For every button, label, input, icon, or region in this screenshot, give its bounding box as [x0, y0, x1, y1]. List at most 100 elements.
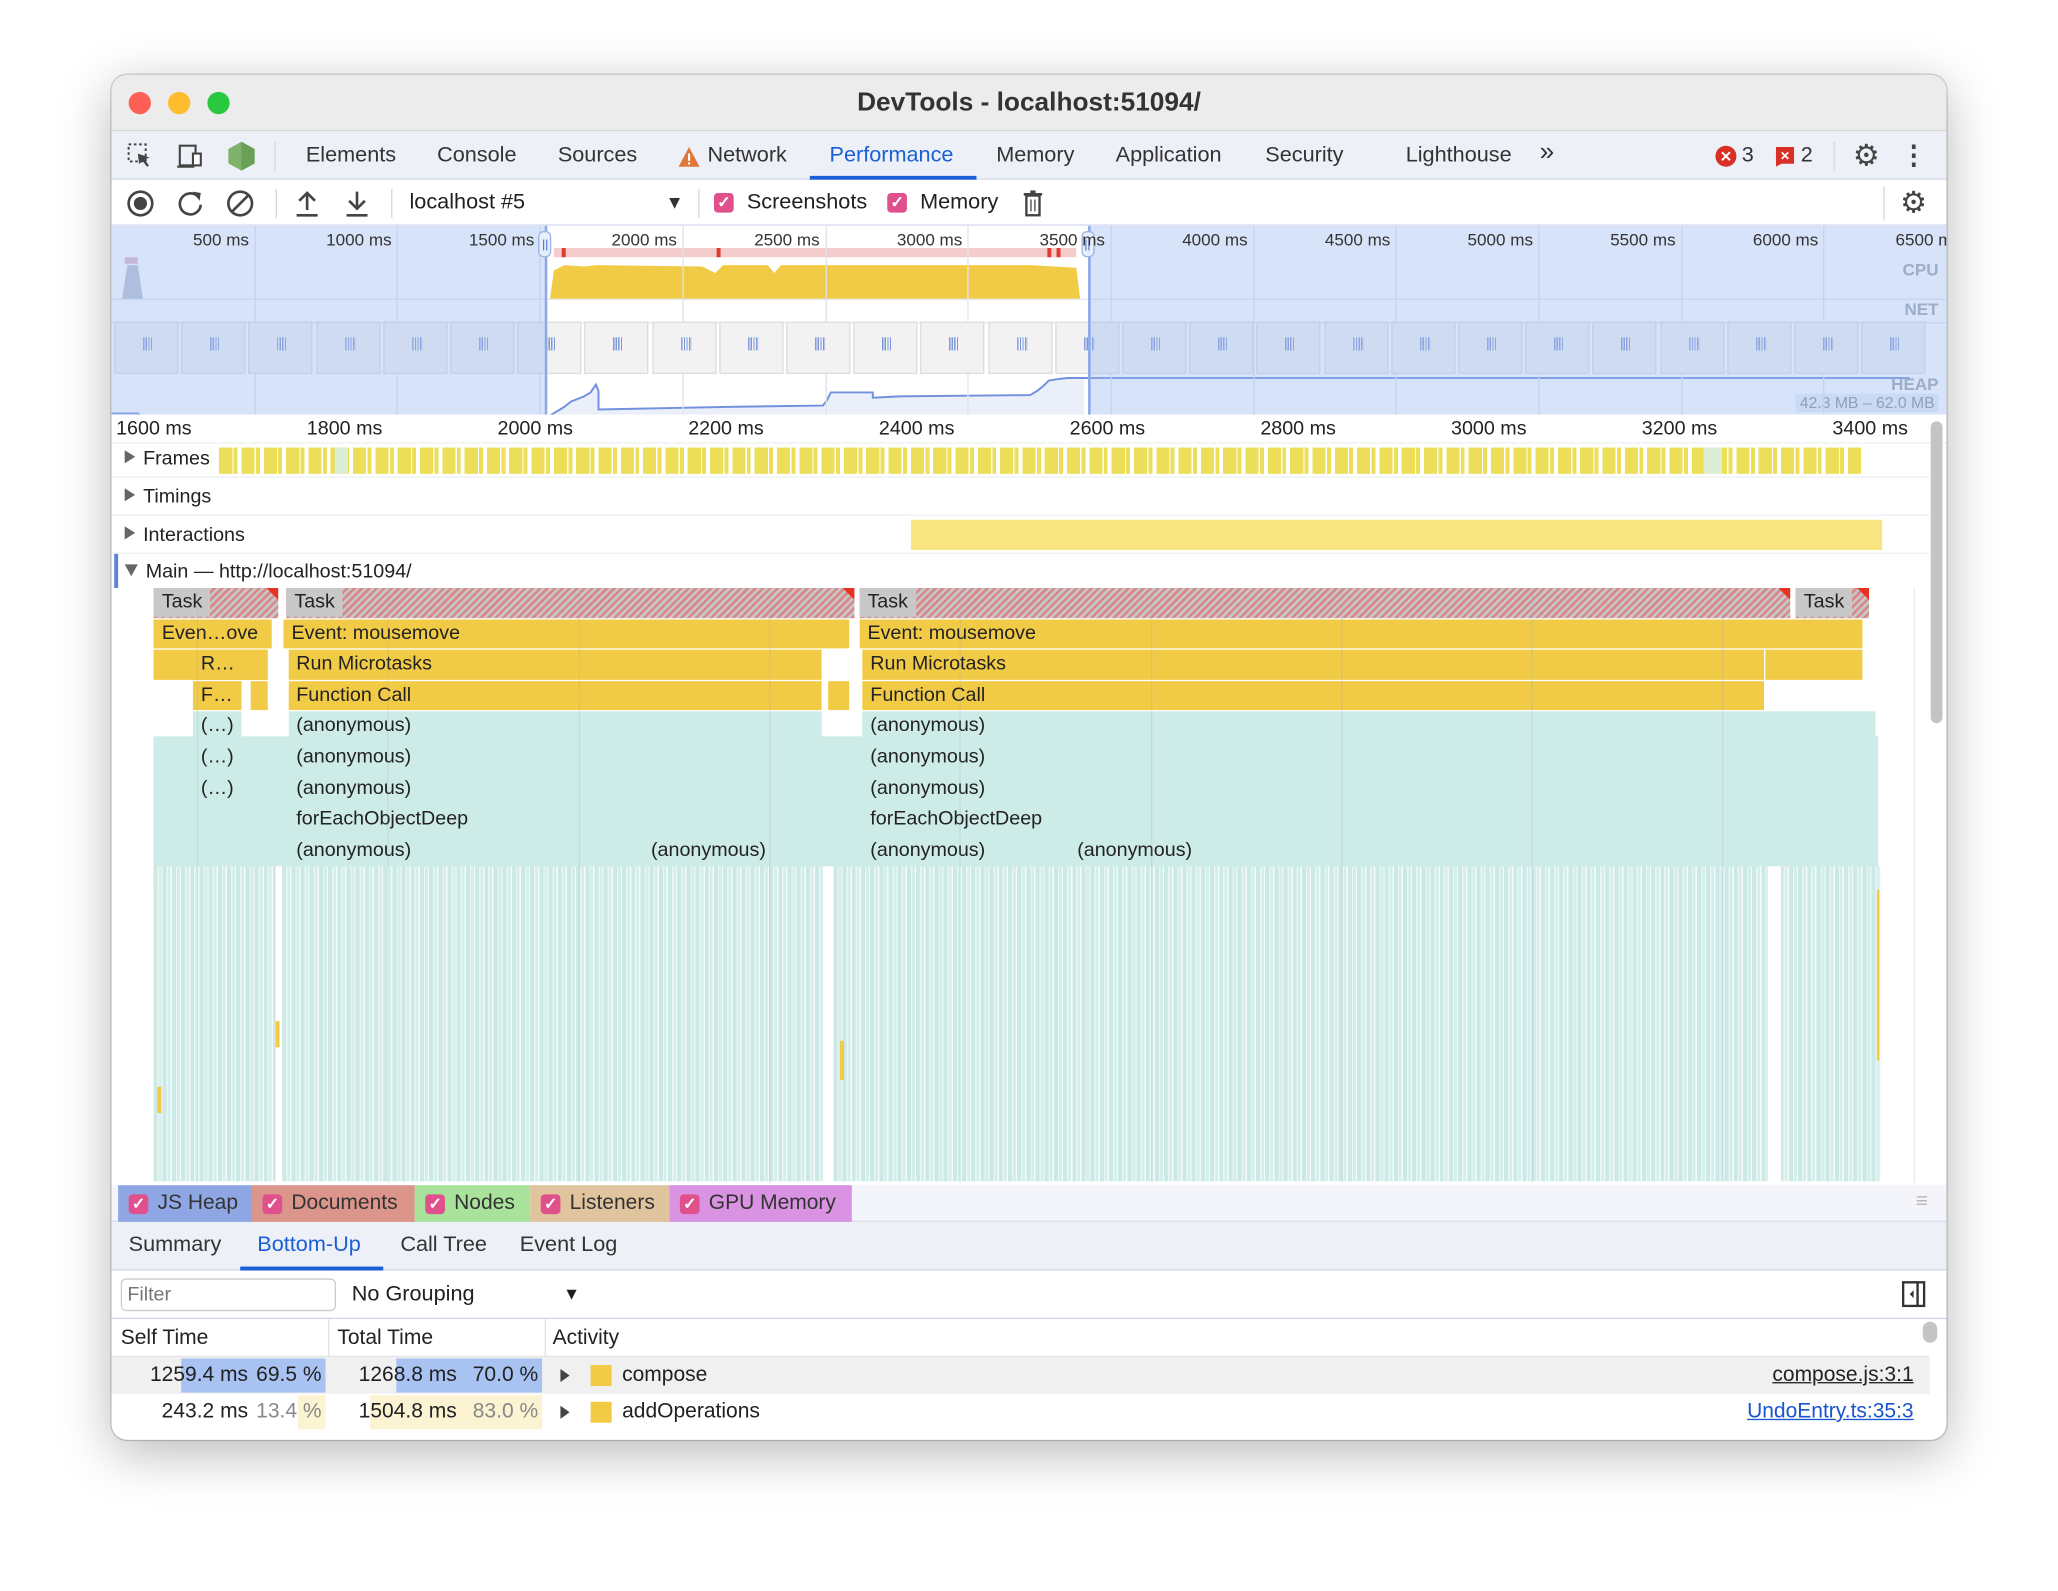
clear-icon[interactable]	[226, 189, 255, 218]
download-profile-icon[interactable]	[343, 188, 372, 220]
flame-scrollbar[interactable]	[1930, 421, 1943, 724]
interactions-track-label[interactable]: Interactions	[124, 524, 245, 546]
interaction-bar[interactable]	[910, 519, 1883, 550]
screenshot-thumbnail[interactable]	[853, 321, 918, 375]
tab-network[interactable]: Network	[707, 143, 786, 168]
column-activity[interactable]: Activity	[553, 1327, 620, 1351]
memory-counter-listeners[interactable]: ✓ Listeners	[530, 1185, 670, 1222]
counter-checkbox[interactable]: ✓	[128, 1194, 149, 1215]
tab-summary[interactable]: Summary	[129, 1232, 222, 1257]
selection-start-handle[interactable]: ||	[538, 231, 552, 258]
tab-elements[interactable]: Elements	[306, 143, 396, 168]
source-link[interactable]: compose.js:3:1	[1772, 1364, 1913, 1388]
event-entry[interactable]: Event: mousemove	[859, 618, 1863, 649]
main-track-label[interactable]: Main — http://localhost:51094/	[124, 560, 412, 583]
function-entry[interactable]: (anonymous)	[288, 773, 823, 804]
function-entry[interactable]: (…)	[193, 773, 242, 804]
timeline-overview[interactable]: CPU NET HEAP 42.3 MB – 62.0 MB 500 ms 100…	[111, 225, 1947, 415]
event-entry[interactable]: F…	[193, 680, 242, 711]
memory-counter-js-heap[interactable]: ✓ JS Heap	[118, 1185, 252, 1222]
function-entry[interactable]: (anonymous)	[288, 742, 823, 773]
table-row[interactable]: 1259.4 ms 69.5 % 1268.8 ms 70.0 % compose com…	[111, 1357, 1930, 1394]
settings-gear-icon[interactable]: ⚙	[1851, 137, 1883, 171]
frames-track[interactable]: Frames	[111, 443, 1930, 478]
profile-select[interactable]: localhost #5 ▼	[407, 185, 689, 220]
table-row[interactable]: 243.2 ms 13.4 % 1504.8 ms 83.0 % addOperatio…	[111, 1393, 1930, 1431]
column-self-time[interactable]: Self Time	[121, 1327, 209, 1351]
timings-track[interactable]: Timings	[111, 477, 1930, 516]
toggle-sidebar-icon[interactable]	[1901, 1281, 1927, 1308]
tab-memory[interactable]: Memory	[996, 143, 1074, 168]
error-icon[interactable]: ✕	[1715, 145, 1737, 167]
task-entry[interactable]: Task	[859, 588, 1790, 618]
interactions-track[interactable]: Interactions	[111, 515, 1930, 554]
event-entry[interactable]	[250, 680, 268, 711]
event-entry[interactable]: Event: mousemove	[283, 618, 849, 649]
event-entry[interactable]: Function Call	[288, 680, 823, 711]
issues-flag-icon[interactable]: ✕	[1775, 147, 1795, 167]
tab-lighthouse[interactable]: Lighthouse	[1406, 143, 1512, 168]
memory-counter-nodes[interactable]: ✓ Nodes	[414, 1185, 531, 1222]
frames-track-label[interactable]: Frames	[124, 447, 214, 470]
counter-checkbox[interactable]: ✓	[540, 1194, 561, 1215]
tab-application[interactable]: Application	[1116, 143, 1222, 168]
counter-checkbox[interactable]: ✓	[679, 1194, 700, 1215]
source-link[interactable]: UndoEntry.ts:35:3	[1747, 1400, 1914, 1424]
tab-security[interactable]: Security	[1265, 143, 1343, 168]
function-entry[interactable]: (…)	[193, 742, 242, 773]
screenshot-thumbnail[interactable]	[718, 321, 784, 375]
tab-call-tree[interactable]: Call Tree	[400, 1232, 487, 1257]
expand-triangle-icon[interactable]	[560, 1405, 570, 1419]
counter-checkbox[interactable]: ✓	[425, 1194, 445, 1215]
node-hexagon-icon[interactable]	[226, 139, 258, 173]
memory-counter-gpu-memory[interactable]: ✓ GPU Memory	[669, 1185, 852, 1222]
function-entry[interactable]: (anonymous)	[643, 835, 823, 866]
function-entry[interactable]: forEachObjectDeep	[288, 804, 823, 835]
screenshot-thumbnail[interactable]	[651, 321, 717, 375]
screenshots-checkbox[interactable]: ✓	[714, 192, 734, 213]
tab-sources[interactable]: Sources	[558, 143, 637, 168]
tab-performance[interactable]: Performance	[830, 143, 954, 168]
more-tabs-chevron-icon[interactable]: »	[1540, 138, 1555, 168]
device-toolbar-icon[interactable]	[175, 140, 207, 172]
memory-counter-documents[interactable]: ✓ Documents	[252, 1185, 415, 1222]
memory-checkbox[interactable]: ✓	[887, 192, 907, 213]
function-entry[interactable]: (anonymous)	[862, 835, 1069, 866]
record-button-icon[interactable]	[126, 189, 155, 218]
event-entry[interactable]: Run Microtasks	[288, 649, 823, 680]
screenshot-thumbnail[interactable]	[987, 321, 1053, 375]
event-entry[interactable]	[828, 680, 849, 711]
reload-record-icon[interactable]	[176, 189, 205, 218]
task-entry[interactable]: Task	[153, 588, 279, 618]
function-entry[interactable]: (…)	[193, 711, 242, 742]
more-options-kebab-icon[interactable]: ⋮	[1901, 139, 1927, 171]
table-scrollbar[interactable]	[1922, 1321, 1938, 1343]
event-entry[interactable]: Run Microtasks	[862, 649, 1765, 680]
event-entry[interactable]	[1765, 649, 1863, 680]
inspect-element-icon[interactable]	[125, 140, 157, 172]
function-entry[interactable]: (anonymous)	[288, 711, 823, 742]
main-flame-chart[interactable]: Task Task Task Task Even…ove Event: mousemove…	[111, 588, 1930, 1183]
tab-console[interactable]: Console	[437, 143, 516, 168]
tab-event-log[interactable]: Event Log	[520, 1232, 618, 1257]
issues-count[interactable]: 2	[1801, 143, 1813, 168]
expand-triangle-icon[interactable]	[560, 1368, 570, 1383]
main-track-header[interactable]: Main — http://localhost:51094/	[111, 553, 1930, 588]
event-entry[interactable]: Even…ove	[153, 618, 272, 649]
event-entry[interactable]: R…	[193, 649, 269, 680]
capture-settings-gear-icon[interactable]: ⚙	[1898, 184, 1930, 218]
screenshot-thumbnail[interactable]	[584, 321, 649, 375]
screenshot-thumbnail[interactable]	[786, 321, 851, 375]
trash-icon[interactable]	[1020, 188, 1046, 220]
function-entry[interactable]: (anonymous)	[288, 835, 642, 866]
resize-handle-icon[interactable]: ≡	[1916, 1190, 1928, 1214]
grouping-select[interactable]: No Grouping ▼	[348, 1277, 584, 1311]
filter-input[interactable]	[120, 1278, 336, 1312]
upload-profile-icon[interactable]	[293, 188, 322, 220]
event-entry[interactable]: Function Call	[862, 680, 1765, 711]
tab-bottom-up[interactable]: Bottom-Up	[257, 1232, 361, 1257]
error-count[interactable]: 3	[1742, 143, 1754, 168]
counter-checkbox[interactable]: ✓	[262, 1194, 283, 1215]
function-entry[interactable]: (anonymous)	[1069, 835, 1876, 866]
timings-track-label[interactable]: Timings	[124, 486, 211, 508]
